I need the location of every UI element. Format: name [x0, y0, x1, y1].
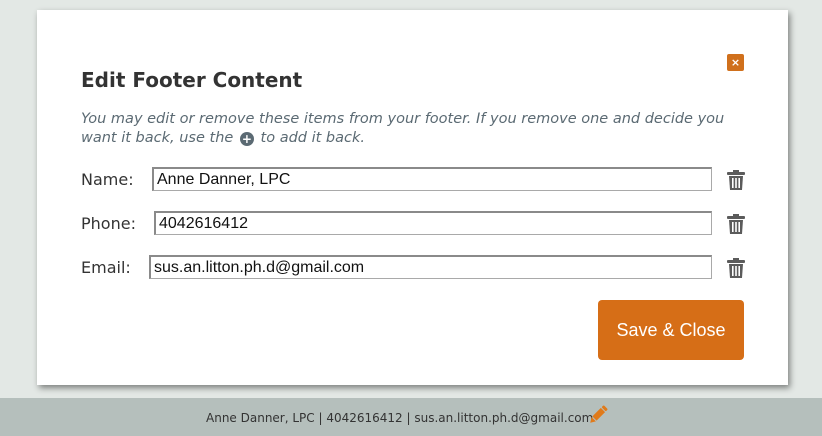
description-text-end: to add it back. — [260, 130, 365, 146]
save-close-button[interactable]: Save & Close — [598, 300, 744, 360]
phone-label: Phone: — [81, 214, 136, 233]
field-row-email: Email: — [81, 255, 761, 281]
footer-bar: Anne Danner, LPC | 4042616412 | sus.an.l… — [0, 398, 822, 436]
field-row-name: Name: — [81, 167, 761, 193]
trash-icon[interactable] — [727, 258, 745, 278]
trash-icon[interactable] — [727, 214, 745, 234]
email-label: Email: — [81, 258, 131, 277]
close-icon[interactable]: × — [727, 54, 744, 71]
modal-description: You may edit or remove these items from … — [81, 110, 751, 148]
footer-text: Anne Danner, LPC | 4042616412 | sus.an.l… — [206, 411, 594, 425]
pencil-icon[interactable] — [586, 403, 610, 427]
email-input[interactable] — [149, 255, 712, 279]
name-input[interactable] — [152, 167, 712, 191]
trash-icon[interactable] — [727, 170, 745, 190]
description-text-start: You may edit or remove these items from … — [81, 111, 725, 146]
phone-input[interactable] — [154, 211, 712, 235]
edit-footer-modal: × Edit Footer Content You may edit or re… — [37, 10, 788, 385]
modal-title: Edit Footer Content — [81, 68, 303, 92]
field-row-phone: Phone: — [81, 211, 761, 237]
name-label: Name: — [81, 170, 134, 189]
plus-icon: + — [239, 132, 254, 146]
